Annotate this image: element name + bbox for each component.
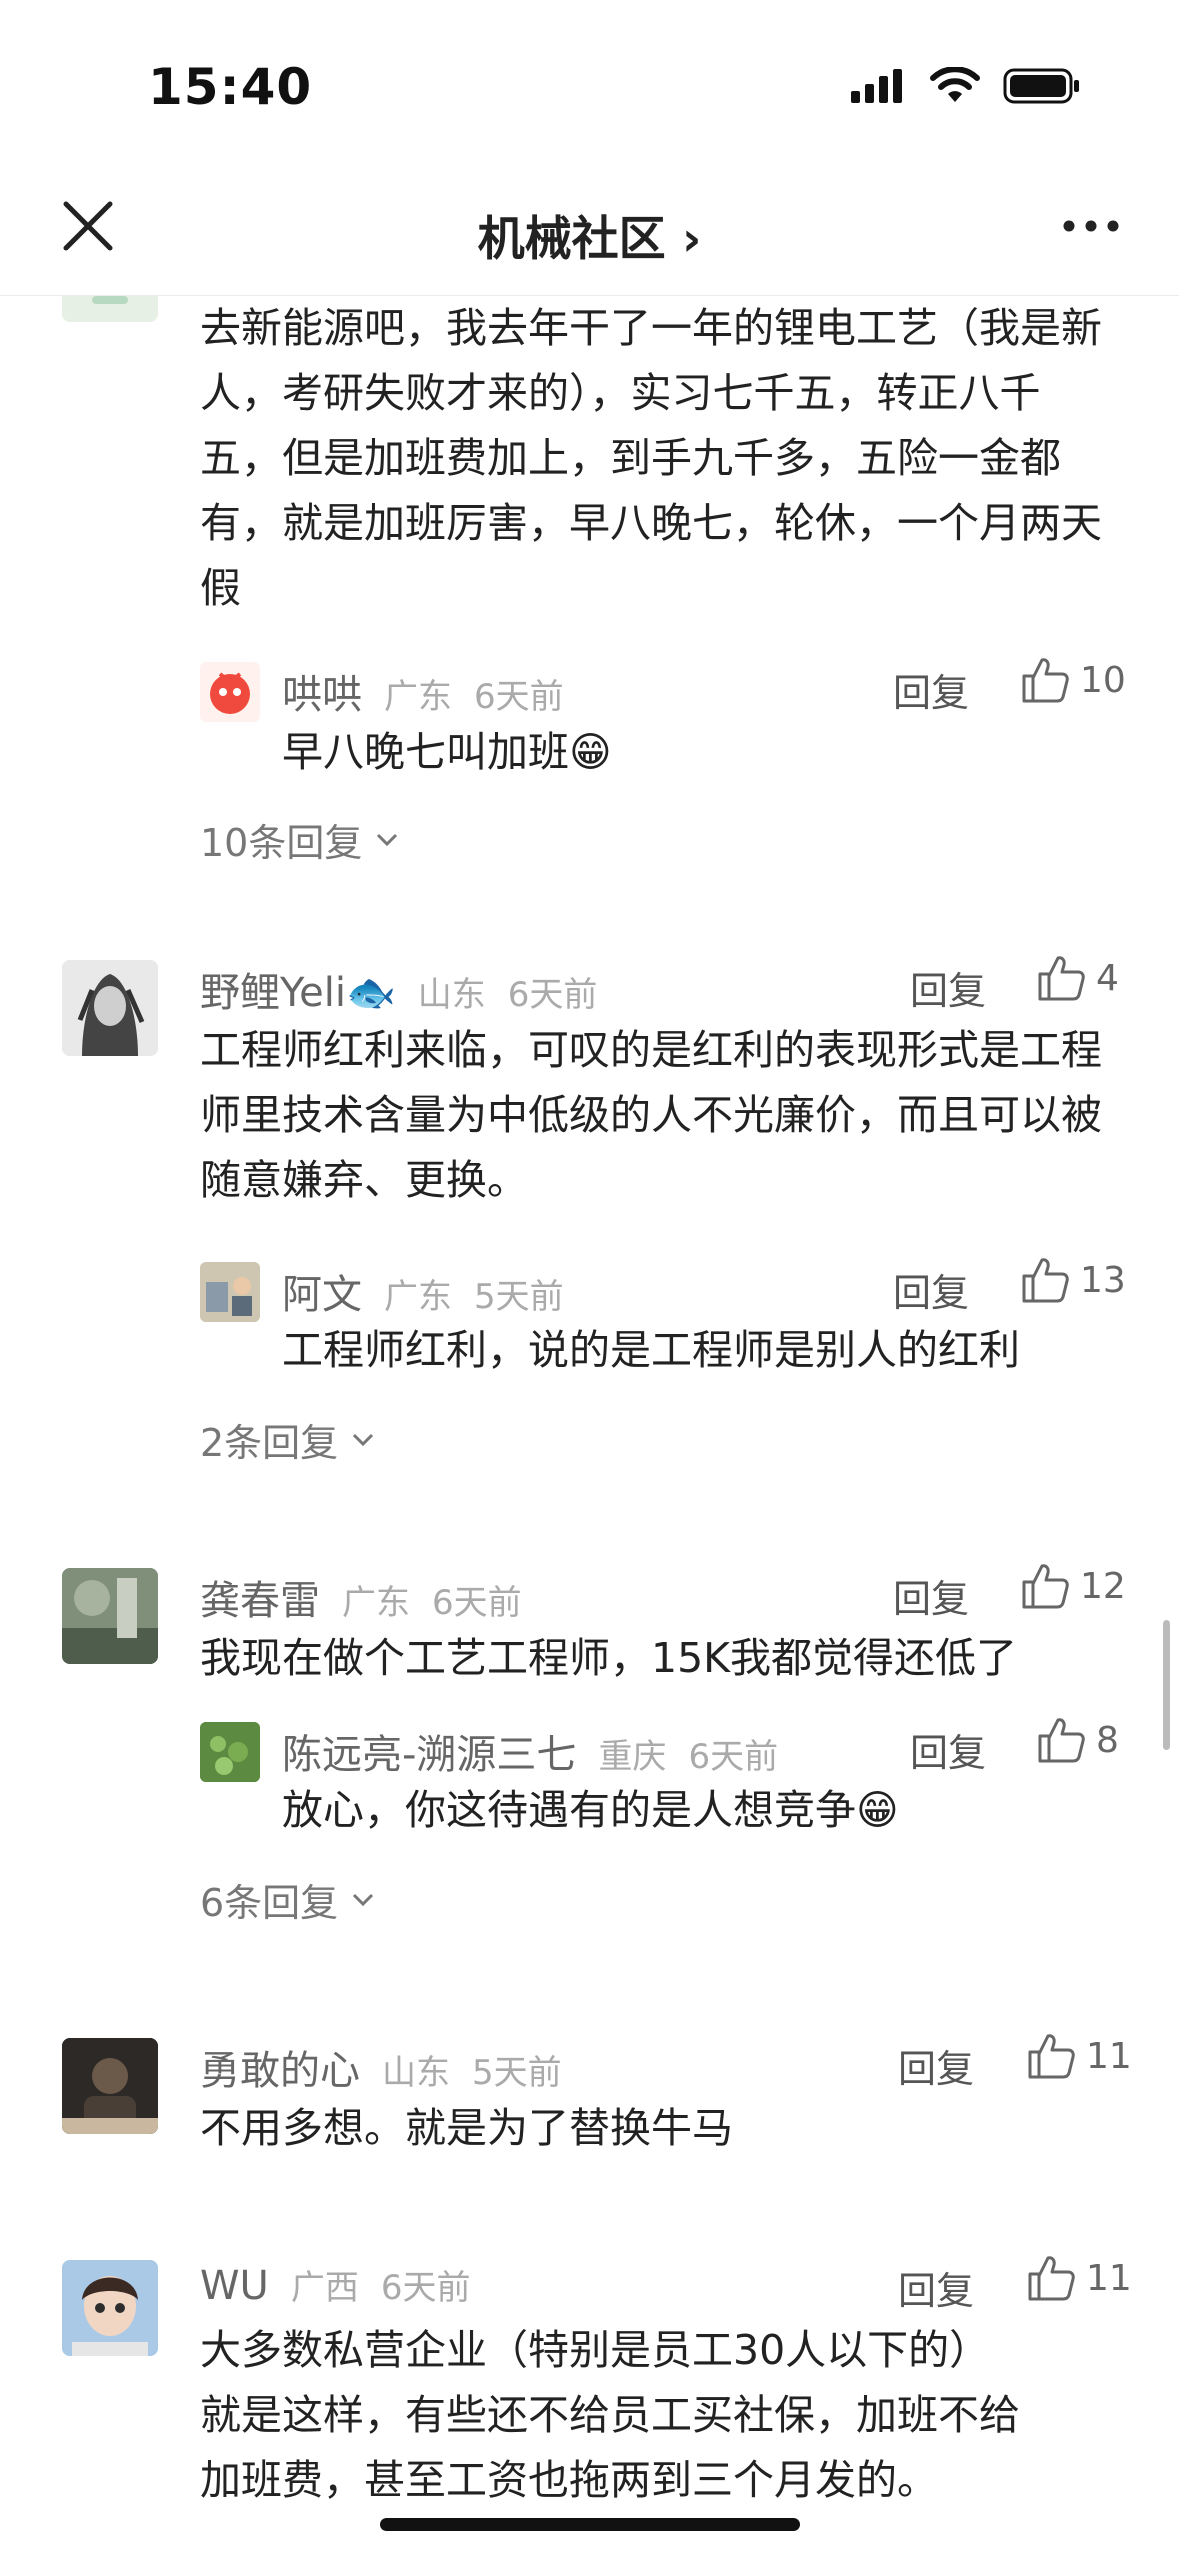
comment-time: 6天前 [507,975,598,1015]
comment-text: 工程师红利来临，可叹的是红利的表现形式是工程师里技术含量为中低级的人不光廉价，而… [200,1026,1102,1204]
comment-time: 6天前 [432,1583,522,1623]
comment-meta: WU 广西 6天前 [200,2260,470,2309]
comment-text-line: 就是这样，有些还不给员工买社保，加班不给 [200,2391,1020,2439]
comment-text: 去新能源吧，我去年干了一年的锂电工艺（我是新人，考研失败才来的），实习七千五，转… [200,304,1102,612]
comment-author[interactable]: WU [200,2263,269,2309]
reply-button[interactable]: 回复 [893,1262,969,1317]
like-button[interactable]: 4 [1036,954,1119,1002]
like-count: 4 [1096,957,1119,999]
reply-author[interactable]: 陈远亮-溯源三七 [282,1722,576,1780]
comment-time: 5天前 [472,2053,562,2093]
more-replies-button[interactable]: 6条回复 [200,1872,376,1927]
reply-time: 6天前 [474,677,564,717]
comment-author[interactable]: 龚春雷 [200,1568,320,1626]
chevron-down-icon [353,1433,374,1446]
like-button[interactable]: 11 [1026,2032,1132,2080]
reply-region: 广东 [384,1277,452,1317]
reply-button[interactable]: 回复 [893,662,969,717]
comment-region: 广西 [290,2268,359,2308]
comment-author[interactable]: 勇敢的心 [200,2038,360,2096]
comment-text-line: 大多数私营企业（特别是员工30人以下的） [200,2326,991,2374]
cellular-signal-icon [851,69,902,103]
avatar[interactable] [62,960,158,1056]
avatar[interactable] [62,2260,158,2356]
like-button[interactable]: 12 [1020,1562,1126,1610]
more-replies-label: 10条回复 [200,821,363,865]
like-button[interactable]: 10 [1020,656,1126,704]
comment-meta: 龚春雷 广东 6天前 [200,1568,522,1626]
comment-time: 6天前 [380,2268,471,2308]
reply-button[interactable]: 回复 [910,1722,986,1777]
comment-text: 不用多想。就是为了替换牛马 [200,2104,733,2152]
nav-bar: 机械社区 › [0,170,1179,296]
comment-region: 山东 [382,2053,450,2093]
more-replies-button[interactable]: 2条回复 [200,1412,376,1467]
reply-button[interactable]: 回复 [910,960,986,1015]
thumbs-up-icon [1038,1718,1085,1763]
chevron-down-icon [377,833,398,846]
avatar[interactable] [62,2038,158,2134]
comment-list: 去新能源吧，我去年干了一年的锂电工艺（我是新人，考研失败才来的），实习七千五，转… [0,296,1179,2556]
like-count: 13 [1080,1259,1126,1301]
comment-text-line: 加班费，甚至工资也拖两到三个月发的。 [200,2456,938,2504]
more-icon[interactable] [1059,206,1123,246]
battery-icon [1003,68,1079,104]
more-replies-button[interactable]: 10条回复 [200,812,400,867]
reply-meta: 陈远亮-溯源三七 重庆 6天前 [282,1722,778,1780]
reply-region: 重庆 [598,1737,667,1777]
reply-time: 5天前 [474,1277,564,1317]
reply-button[interactable]: 回复 [898,2038,974,2093]
comment-meta: 勇敢的心 山东 5天前 [200,2038,562,2096]
reply-button[interactable]: 回复 [898,2260,974,2315]
more-replies-label: 6条回复 [200,1881,339,1925]
thumbs-up-icon [1038,956,1085,1001]
like-button[interactable]: 8 [1036,1716,1119,1764]
avatar[interactable] [200,1722,260,1782]
thumbs-up-icon [1022,1564,1069,1609]
reply-region: 广东 [384,677,452,717]
reply-text: 放心，你这待遇有的是人想竞争😁 [282,1786,899,1834]
reply-time: 6天前 [688,1737,779,1777]
reply-text: 早八晚七叫加班😁 [282,728,612,776]
reply-button[interactable]: 回复 [893,1568,969,1623]
like-count: 10 [1080,659,1126,701]
thumbs-up-icon [1028,2256,1075,2301]
more-replies-label: 2条回复 [200,1421,339,1465]
chevron-down-icon [353,1893,374,1906]
avatar[interactable] [200,1262,260,1322]
wifi-icon [930,67,980,102]
reply-author[interactable]: 阿文 [282,1262,362,1320]
like-button[interactable]: 13 [1020,1256,1126,1304]
reply-meta: 哄哄 广东 6天前 [282,662,564,720]
page-title[interactable]: 机械社区 › [0,200,1179,269]
status-time: 15:40 [148,58,313,116]
comment-region: 山东 [417,975,486,1015]
reply-author[interactable]: 哄哄 [282,662,362,720]
thumbs-up-icon [1022,1258,1069,1303]
comment-text: 大多数私营企业（特别是员工30人以下的） 就是这样，有些还不给员工买社保，加班不… [200,2318,1160,2513]
avatar[interactable] [62,1568,158,1664]
like-count: 8 [1096,1719,1119,1761]
like-button[interactable]: 11 [1026,2254,1132,2302]
like-count: 11 [1086,2257,1132,2299]
comment-text: 我现在做个工艺工程师，15K我都觉得还低了 [200,1634,1018,1682]
home-indicator[interactable] [380,2518,800,2531]
thumbs-up-icon [1022,658,1069,703]
reply-text: 工程师红利，说的是工程师是别人的红利 [282,1326,1020,1374]
scrollbar[interactable] [1163,1620,1170,1750]
comment-region: 广东 [342,1583,410,1623]
thumbs-up-icon [1028,2034,1075,2079]
comment-author[interactable]: 野鲤Yeli🐟 [200,960,396,1018]
like-count: 11 [1086,2035,1132,2077]
reply-meta: 阿文 广东 5天前 [282,1262,564,1320]
like-count: 12 [1080,1565,1126,1607]
status-icons [849,66,1081,106]
comment-meta: 野鲤Yeli🐟 山东 6天前 [200,960,597,1018]
avatar[interactable] [200,662,260,722]
avatar[interactable] [62,296,158,322]
status-bar: 15:40 [0,0,1179,170]
